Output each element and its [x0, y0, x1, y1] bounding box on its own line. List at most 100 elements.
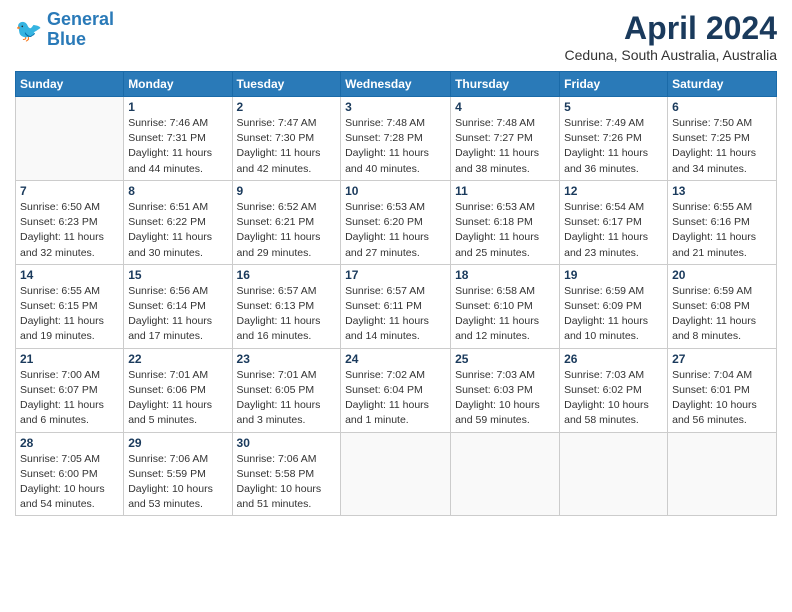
day-info: Sunrise: 6:58 AM Sunset: 6:10 PM Dayligh… — [455, 284, 555, 345]
day-number: 10 — [345, 184, 446, 198]
day-info: Sunrise: 7:48 AM Sunset: 7:28 PM Dayligh… — [345, 116, 446, 177]
day-info: Sunrise: 7:46 AM Sunset: 7:31 PM Dayligh… — [128, 116, 227, 177]
calendar-cell: 23 Sunrise: 7:01 AM Sunset: 6:05 PM Dayli… — [232, 348, 341, 432]
logo: 🐦 General Blue — [15, 10, 114, 50]
day-info: Sunrise: 6:54 AM Sunset: 6:17 PM Dayligh… — [564, 200, 663, 261]
weekday-header-monday: Monday — [124, 72, 232, 97]
calendar-cell: 11 Sunrise: 6:53 AM Sunset: 6:18 PM Dayli… — [451, 180, 560, 264]
calendar-cell: 22 Sunrise: 7:01 AM Sunset: 6:06 PM Dayli… — [124, 348, 232, 432]
day-number: 3 — [345, 100, 446, 114]
weekday-header-thursday: Thursday — [451, 72, 560, 97]
day-info: Sunrise: 7:04 AM Sunset: 6:01 PM Dayligh… — [672, 368, 772, 429]
day-info: Sunrise: 6:51 AM Sunset: 6:22 PM Dayligh… — [128, 200, 227, 261]
calendar-cell: 7 Sunrise: 6:50 AM Sunset: 6:23 PM Daylig… — [16, 180, 124, 264]
week-row-4: 21 Sunrise: 7:00 AM Sunset: 6:07 PM Dayli… — [16, 348, 777, 432]
day-number: 5 — [564, 100, 663, 114]
day-info: Sunrise: 6:53 AM Sunset: 6:18 PM Dayligh… — [455, 200, 555, 261]
calendar-cell — [16, 97, 124, 181]
day-info: Sunrise: 6:52 AM Sunset: 6:21 PM Dayligh… — [237, 200, 337, 261]
calendar-cell: 27 Sunrise: 7:04 AM Sunset: 6:01 PM Dayli… — [668, 348, 777, 432]
calendar-cell: 20Sunrise: 6:59 AM Sunset: 6:08 PM Dayli… — [668, 264, 777, 348]
day-number: 9 — [237, 184, 337, 198]
calendar-cell: 6Sunrise: 7:50 AM Sunset: 7:25 PM Daylig… — [668, 97, 777, 181]
day-number: 19 — [564, 268, 663, 282]
day-info: Sunrise: 6:56 AM Sunset: 6:14 PM Dayligh… — [128, 284, 227, 345]
calendar-cell: 3 Sunrise: 7:48 AM Sunset: 7:28 PM Daylig… — [341, 97, 451, 181]
day-info: Sunrise: 7:00 AM Sunset: 6:07 PM Dayligh… — [20, 368, 119, 429]
day-info: Sunrise: 7:05 AM Sunset: 6:00 PM Dayligh… — [20, 452, 119, 513]
day-info: Sunrise: 6:50 AM Sunset: 6:23 PM Dayligh… — [20, 200, 119, 261]
logo-text: General Blue — [47, 10, 114, 50]
calendar-cell: 14Sunrise: 6:55 AM Sunset: 6:15 PM Dayli… — [16, 264, 124, 348]
day-info: Sunrise: 7:01 AM Sunset: 6:05 PM Dayligh… — [237, 368, 337, 429]
day-number: 6 — [672, 100, 772, 114]
day-info: Sunrise: 7:49 AM Sunset: 7:26 PM Dayligh… — [564, 116, 663, 177]
day-number: 29 — [128, 436, 227, 450]
week-row-1: 1 Sunrise: 7:46 AM Sunset: 7:31 PM Daylig… — [16, 97, 777, 181]
day-info: Sunrise: 7:47 AM Sunset: 7:30 PM Dayligh… — [237, 116, 337, 177]
day-info: Sunrise: 6:57 AM Sunset: 6:13 PM Dayligh… — [237, 284, 337, 345]
svg-text:🐦: 🐦 — [15, 18, 42, 43]
day-number: 17 — [345, 268, 446, 282]
calendar-cell: 17 Sunrise: 6:57 AM Sunset: 6:11 PM Dayli… — [341, 264, 451, 348]
day-info: Sunrise: 7:06 AM Sunset: 5:58 PM Dayligh… — [237, 452, 337, 513]
calendar-cell — [341, 432, 451, 516]
day-number: 4 — [455, 100, 555, 114]
day-number: 15 — [128, 268, 227, 282]
calendar-cell: 28 Sunrise: 7:05 AM Sunset: 6:00 PM Dayli… — [16, 432, 124, 516]
calendar-cell: 15 Sunrise: 6:56 AM Sunset: 6:14 PM Dayli… — [124, 264, 232, 348]
day-number: 20 — [672, 268, 772, 282]
day-number: 22 — [128, 352, 227, 366]
title-block: April 2024 Ceduna, South Australia, Aust… — [565, 10, 777, 63]
calendar-table: SundayMondayTuesdayWednesdayThursdayFrid… — [15, 71, 777, 516]
calendar-cell: 8 Sunrise: 6:51 AM Sunset: 6:22 PM Daylig… — [124, 180, 232, 264]
calendar-cell: 4Sunrise: 7:48 AM Sunset: 7:27 PM Daylig… — [451, 97, 560, 181]
calendar-cell: 13 Sunrise: 6:55 AM Sunset: 6:16 PM Dayli… — [668, 180, 777, 264]
calendar-cell: 18 Sunrise: 6:58 AM Sunset: 6:10 PM Dayli… — [451, 264, 560, 348]
day-info: Sunrise: 7:01 AM Sunset: 6:06 PM Dayligh… — [128, 368, 227, 429]
calendar-cell: 29 Sunrise: 7:06 AM Sunset: 5:59 PM Dayli… — [124, 432, 232, 516]
day-info: Sunrise: 6:55 AM Sunset: 6:16 PM Dayligh… — [672, 200, 772, 261]
calendar-cell: 9 Sunrise: 6:52 AM Sunset: 6:21 PM Daylig… — [232, 180, 341, 264]
day-info: Sunrise: 7:06 AM Sunset: 5:59 PM Dayligh… — [128, 452, 227, 513]
day-number: 11 — [455, 184, 555, 198]
calendar-cell: 30 Sunrise: 7:06 AM Sunset: 5:58 PM Dayli… — [232, 432, 341, 516]
day-number: 27 — [672, 352, 772, 366]
day-info: Sunrise: 7:03 AM Sunset: 6:02 PM Dayligh… — [564, 368, 663, 429]
calendar-cell: 21 Sunrise: 7:00 AM Sunset: 6:07 PM Dayli… — [16, 348, 124, 432]
day-number: 1 — [128, 100, 227, 114]
calendar-cell: 24Sunrise: 7:02 AM Sunset: 6:04 PM Dayli… — [341, 348, 451, 432]
day-info: Sunrise: 7:03 AM Sunset: 6:03 PM Dayligh… — [455, 368, 555, 429]
calendar-cell — [560, 432, 668, 516]
day-number: 26 — [564, 352, 663, 366]
calendar-cell: 2 Sunrise: 7:47 AM Sunset: 7:30 PM Daylig… — [232, 97, 341, 181]
day-number: 12 — [564, 184, 663, 198]
weekday-header-sunday: Sunday — [16, 72, 124, 97]
day-info: Sunrise: 7:02 AM Sunset: 6:04 PM Dayligh… — [345, 368, 446, 429]
day-number: 18 — [455, 268, 555, 282]
day-number: 30 — [237, 436, 337, 450]
day-number: 28 — [20, 436, 119, 450]
calendar-cell: 26 Sunrise: 7:03 AM Sunset: 6:02 PM Dayli… — [560, 348, 668, 432]
day-number: 13 — [672, 184, 772, 198]
day-number: 23 — [237, 352, 337, 366]
week-row-2: 7 Sunrise: 6:50 AM Sunset: 6:23 PM Daylig… — [16, 180, 777, 264]
page-header: 🐦 General Blue April 2024 Ceduna, South … — [15, 10, 777, 63]
calendar-cell: 5 Sunrise: 7:49 AM Sunset: 7:26 PM Daylig… — [560, 97, 668, 181]
day-number: 8 — [128, 184, 227, 198]
day-number: 14 — [20, 268, 119, 282]
day-info: Sunrise: 6:57 AM Sunset: 6:11 PM Dayligh… — [345, 284, 446, 345]
calendar-cell: 16Sunrise: 6:57 AM Sunset: 6:13 PM Dayli… — [232, 264, 341, 348]
day-number: 2 — [237, 100, 337, 114]
day-number: 7 — [20, 184, 119, 198]
day-number: 21 — [20, 352, 119, 366]
day-info: Sunrise: 6:59 AM Sunset: 6:09 PM Dayligh… — [564, 284, 663, 345]
calendar-cell: 19 Sunrise: 6:59 AM Sunset: 6:09 PM Dayli… — [560, 264, 668, 348]
calendar-cell: 10Sunrise: 6:53 AM Sunset: 6:20 PM Dayli… — [341, 180, 451, 264]
week-row-5: 28 Sunrise: 7:05 AM Sunset: 6:00 PM Dayli… — [16, 432, 777, 516]
weekday-header-saturday: Saturday — [668, 72, 777, 97]
weekday-header-row: SundayMondayTuesdayWednesdayThursdayFrid… — [16, 72, 777, 97]
calendar-cell: 12 Sunrise: 6:54 AM Sunset: 6:17 PM Dayli… — [560, 180, 668, 264]
month-title: April 2024 — [565, 10, 777, 47]
weekday-header-tuesday: Tuesday — [232, 72, 341, 97]
